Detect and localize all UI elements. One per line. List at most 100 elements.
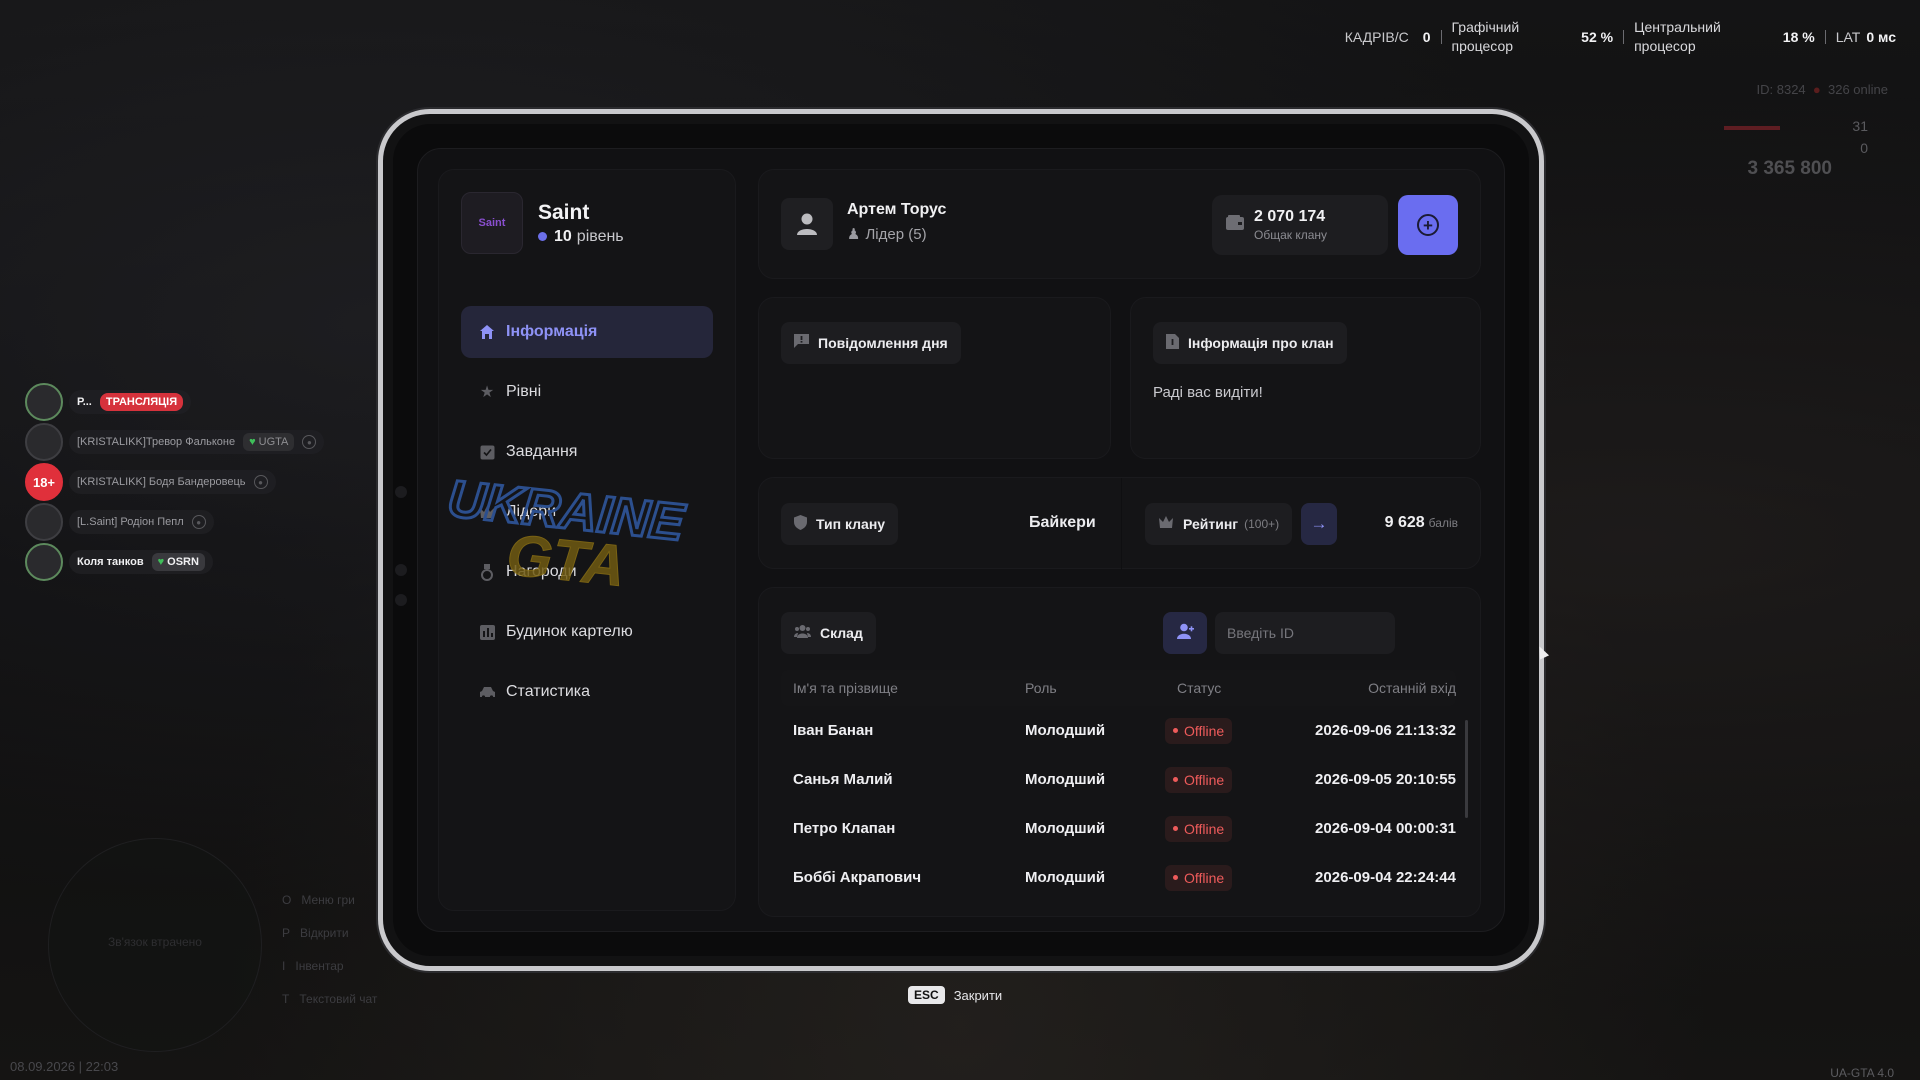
avatar — [25, 543, 63, 581]
roster-table: Ім'я та прізвище Роль Статус Останній вх… — [781, 670, 1456, 902]
tablet-dot — [395, 564, 407, 576]
clan-type-value: Байкери — [1029, 514, 1096, 531]
home-icon — [478, 323, 496, 341]
plus-circle-icon: + — [1417, 214, 1439, 236]
sidebar-item-label: Рівні — [506, 383, 542, 400]
datetime: 08.09.2026 | 22:03 — [10, 1059, 119, 1074]
clan-type-label: Тип клану — [781, 503, 899, 545]
table-row[interactable]: Боббі Акрапович Молодший Offline 2026-09… — [781, 853, 1456, 902]
wallet-icon — [1226, 215, 1244, 235]
leader-name: Артем Торус — [847, 201, 947, 218]
message-icon — [794, 334, 809, 352]
roster-panel: Склад Ім'я та прізвище Роль Статус Остан… — [758, 587, 1481, 917]
sidebar-item-levels[interactable]: ★ Рівні — [461, 366, 713, 418]
sidebar-item-label: Статистика — [506, 683, 591, 700]
column-header: Роль — [1025, 680, 1057, 696]
clan-info-text: Раді вас видіти! — [1153, 384, 1263, 401]
table-row[interactable]: Санья Малий Молодший Offline 2026-09-05 … — [781, 755, 1456, 804]
gpu-value: 52 % — [1581, 29, 1614, 45]
member-role: Молодший — [1025, 820, 1106, 837]
org-name-block: Saint 10 рівень — [538, 201, 624, 246]
document-icon — [1166, 333, 1179, 353]
avatar — [25, 503, 63, 541]
eye-icon: ● — [253, 475, 268, 489]
gpu-label-line: Графічний — [1451, 19, 1520, 35]
performance-overlay: КАДРІВ/С 0 Графічний процесор 52 % Центр… — [1335, 18, 1906, 56]
building-icon — [478, 623, 496, 641]
sidebar-item-cartel-house[interactable]: Будинок картелю — [461, 606, 713, 658]
key-hint-label: Текстовий чат — [299, 992, 378, 1006]
clan-info-title-text: Інформація про клан — [1188, 335, 1334, 351]
medal-icon — [478, 563, 496, 581]
server-info: ID: 8324 ● 326 online — [1757, 82, 1888, 97]
heart-icon: ♥ — [157, 556, 165, 568]
key-hint: O Меню гри — [282, 884, 377, 917]
player-pill: [KRISTALIKK] Бодя Бандеровець ● — [69, 470, 276, 494]
player-tag: ♥ UGTA — [243, 433, 295, 451]
player-name: Р... — [77, 396, 92, 408]
level-number: 10 — [554, 227, 572, 245]
member-role: Молодший — [1025, 771, 1106, 788]
player-tag-text: OSRN — [167, 556, 199, 568]
clan-type-rating-panel: Тип клану Байкери Рейтинг (100+) → 9 628… — [758, 477, 1481, 570]
bank-label: Общак клану — [1254, 228, 1328, 242]
close-label: Закрити — [953, 987, 1003, 1003]
players-list: Р... ТРАНСЛЯЦІЯ [KRISTALIKK]Тревор Фальк… — [25, 383, 325, 584]
member-id-input[interactable] — [1215, 612, 1395, 654]
status-text: Offline — [1184, 771, 1225, 788]
fps-value: 0 — [1422, 29, 1431, 45]
version-label: UA-GTA 4.0 — [1830, 1066, 1894, 1080]
bank-amount: 2 070 174 — [1254, 208, 1326, 225]
add-user-icon — [1176, 623, 1194, 644]
clan-bank: 2 070 174 Общак клану — [1212, 195, 1388, 255]
key-letter: T — [282, 992, 290, 1006]
org-level: 10 рівень — [538, 228, 624, 246]
key-hint: T Текстовий чат — [282, 983, 377, 1016]
status-badge: Offline — [1165, 864, 1233, 891]
status-text: Offline — [1184, 869, 1225, 886]
sidebar-item-rewards[interactable]: Нагороди — [461, 546, 713, 598]
cpu-label: Центральний процесор — [1634, 18, 1721, 56]
motd-title: Повідомлення дня — [781, 322, 961, 364]
sidebar-item-leaders[interactable]: Лідери — [461, 486, 713, 538]
table-scrollbar[interactable] — [1465, 720, 1468, 818]
avatar — [25, 383, 63, 421]
minimap: Зв'язок втрачено — [48, 838, 262, 1052]
leader-panel: Артем Торус ♟ Лідер (5) 2 070 174 Общак к… — [758, 169, 1481, 279]
member-name: Боббі Акрапович — [793, 869, 922, 886]
table-row[interactable]: Петро Клапан Молодший Offline 2026-09-04… — [781, 804, 1456, 853]
member-last-login: 2026-09-04 00:00:31 — [1315, 820, 1456, 837]
status-dot-icon — [1173, 826, 1178, 831]
tablet-screen: Saint Saint 10 рівень Інформація ★ Рівні… — [417, 148, 1505, 932]
level-word: рівень — [576, 227, 624, 245]
rating-open-button[interactable]: → — [1301, 503, 1337, 545]
game-screen: КАДРІВ/С 0 Графічний процесор 52 % Центр… — [0, 0, 1920, 1080]
server-id: ID: 8324 — [1756, 82, 1806, 97]
tablet-dot — [395, 486, 407, 498]
roster-title: Склад — [781, 612, 876, 654]
online-count: 326 online — [1828, 82, 1888, 97]
key-hint-label: Відкрити — [300, 926, 349, 940]
sidebar-item-tasks[interactable]: Завдання — [461, 426, 713, 478]
invite-member-button[interactable] — [1163, 612, 1207, 654]
rating-label-text: Рейтинг — [1183, 516, 1239, 532]
player-name: [KRISTALIKK] Бодя Бандеровець — [77, 476, 246, 488]
table-row[interactable]: Іван Банан Молодший Offline 2026-09-06 2… — [781, 706, 1456, 755]
column-header: Останній вхід — [1368, 680, 1456, 696]
live-badge: ТРАНСЛЯЦІЯ — [99, 393, 184, 411]
car-icon — [478, 683, 496, 701]
arrow-right-icon: → — [1310, 514, 1328, 533]
member-name: Іван Банан — [793, 722, 874, 739]
key-letter: I — [282, 959, 286, 973]
sidebar-item-statistics[interactable]: Статистика — [461, 666, 713, 718]
fps-label: КАДРІВ/С — [1344, 28, 1409, 45]
deposit-button[interactable]: + — [1398, 195, 1458, 255]
crown-icon — [478, 503, 496, 521]
minimap-status: Зв'язок втрачено — [108, 935, 202, 949]
sidebar-item-info[interactable]: Інформація — [461, 306, 713, 358]
close-hint[interactable]: ESC Закрити — [908, 986, 1002, 1004]
status-badge: Offline — [1165, 717, 1233, 744]
org-logo: Saint — [461, 192, 523, 254]
group-icon — [794, 624, 811, 642]
eye-icon: ● — [302, 435, 317, 449]
